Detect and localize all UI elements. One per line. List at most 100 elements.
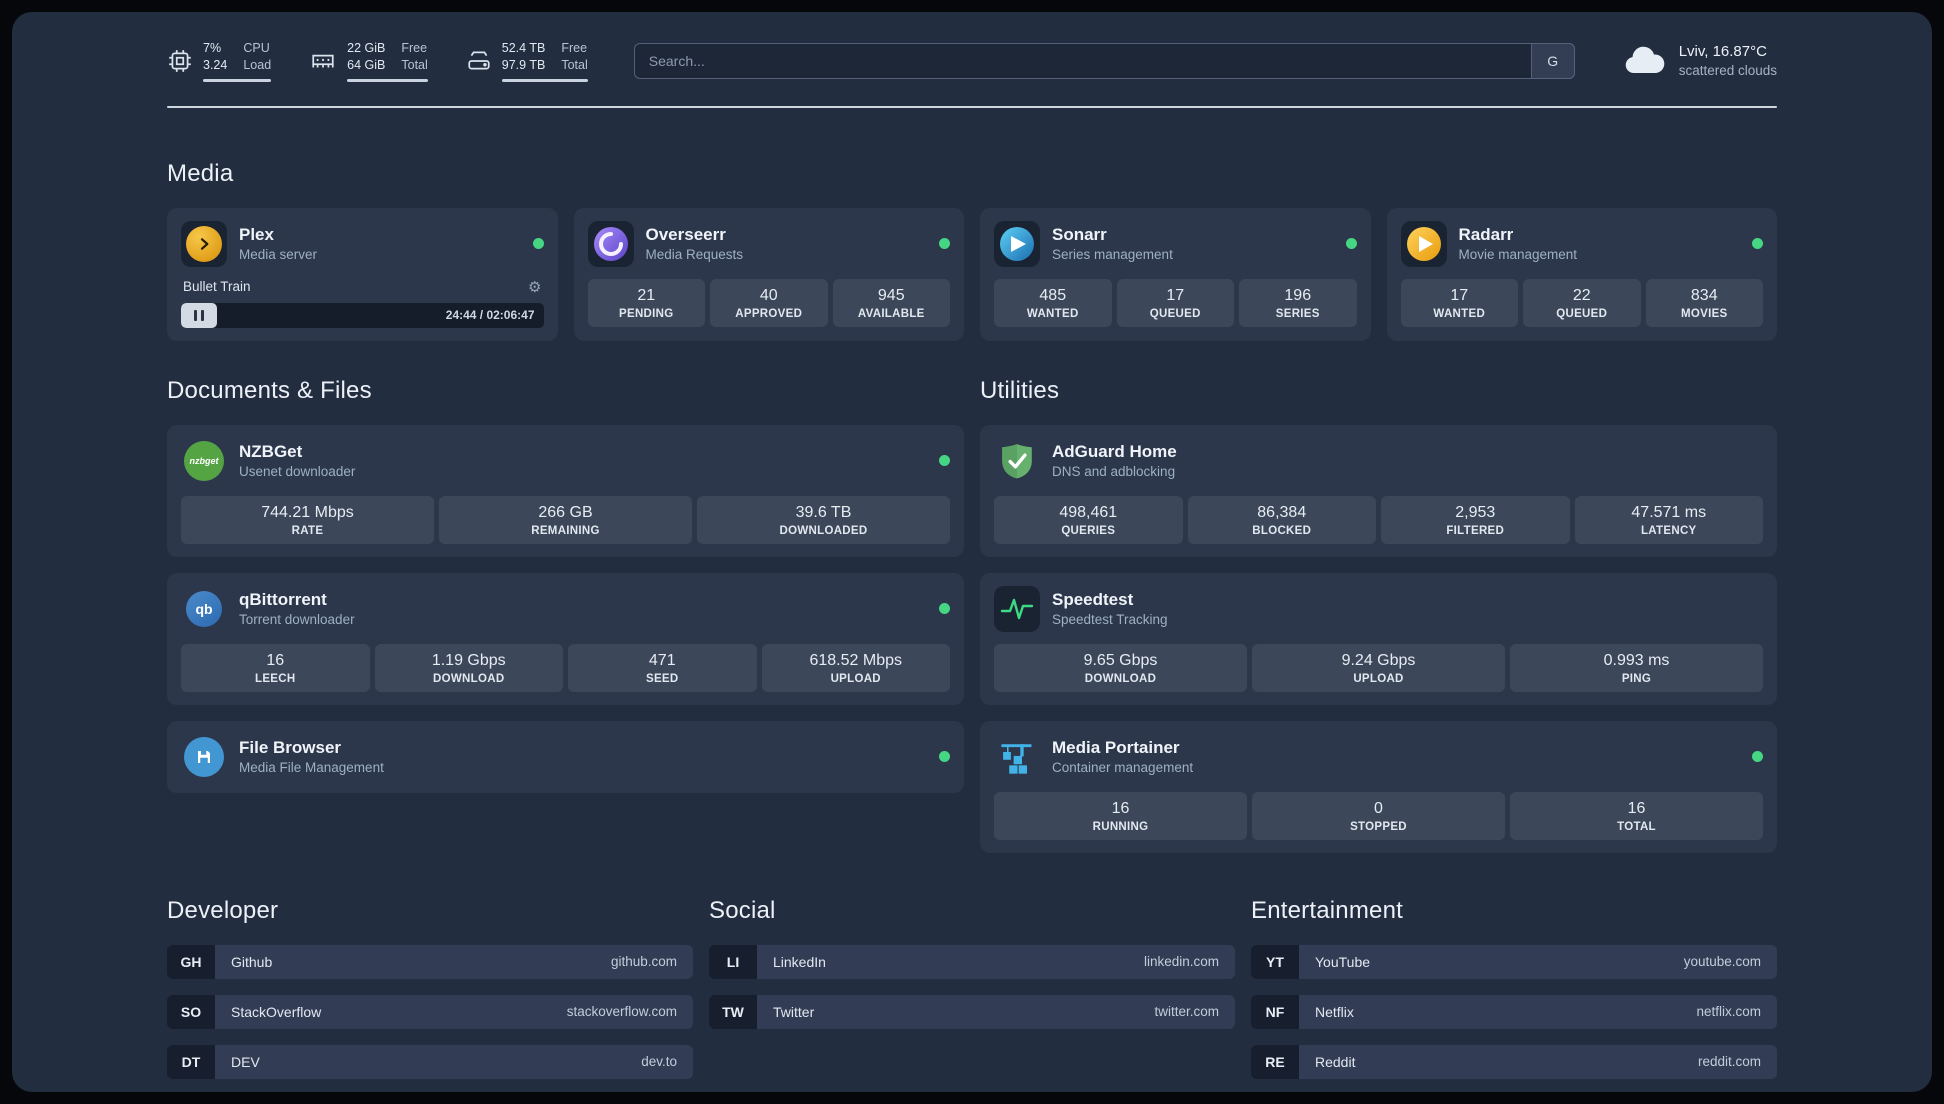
- plex-now-playing-widget: Bullet Train ⚙ 24:44 / 02:06:47: [181, 278, 544, 328]
- stat-value: 47.571 ms: [1631, 503, 1707, 521]
- stat-label: BLOCKED: [1252, 524, 1312, 537]
- sonarr-icon: [994, 220, 1040, 267]
- app-name: Overseerr: [645, 224, 726, 244]
- stat-value: 945: [877, 286, 905, 304]
- cpu-label-1: CPU: [243, 41, 270, 55]
- stat-pending: 21 PENDING: [587, 278, 705, 327]
- stat-download: 9.65 Gbps DOWNLOAD: [994, 643, 1247, 692]
- app-card-qbittorrent[interactable]: qb qBittorrent Torrent downloader 16 LEE…: [167, 572, 964, 705]
- stat-total: 16 TOTAL: [1510, 791, 1763, 840]
- status-dot: [939, 751, 950, 763]
- bookmark-dev[interactable]: DT DEV dev.to: [167, 1044, 693, 1079]
- screen: 7% 3.24 CPU Load 22 GiB 64 GiB Free Tota…: [0, 0, 1944, 1104]
- app-name: qBittorrent: [239, 589, 327, 609]
- bookmark-domain: reddit.com: [1697, 1054, 1761, 1070]
- stat-value: 1.19 Gbps: [431, 651, 506, 669]
- search-bar: G: [633, 42, 1575, 79]
- stat-label: AVAILABLE: [857, 307, 925, 320]
- section-title-social: Social: [709, 896, 776, 924]
- stat-label: RUNNING: [1092, 820, 1149, 833]
- stat-filtered: 2,953 FILTERED: [1381, 495, 1570, 544]
- status-dot: [1752, 238, 1763, 250]
- app-card-nzbget[interactable]: nzbget NZBGet Usenet downloader 744.21 M…: [167, 424, 964, 557]
- stat-label: QUERIES: [1061, 524, 1116, 537]
- app-name: Media Portainer: [1052, 737, 1180, 757]
- search-input[interactable]: [633, 42, 1575, 79]
- bookmark-stackoverflow[interactable]: SO StackOverflow stackoverflow.com: [167, 994, 693, 1029]
- stat-blocked: 86,384 BLOCKED: [1187, 495, 1376, 544]
- ram-label-free: Free: [401, 41, 428, 55]
- search-engine-button[interactable]: G: [1530, 42, 1575, 79]
- bookmark-abbr: YT: [1251, 944, 1299, 979]
- overseerr-icon: [587, 220, 634, 267]
- bookmark-abbr: DT: [167, 1044, 215, 1079]
- bookmark-netflix[interactable]: NF Netflix netflix.com: [1251, 994, 1777, 1029]
- stat-label: STOPPED: [1350, 820, 1407, 833]
- stat-wanted: 485 WANTED: [994, 278, 1112, 327]
- app-card-portainer[interactable]: Media Portainer Container management 16 …: [980, 720, 1777, 853]
- weather-condition: scattered clouds: [1678, 62, 1777, 78]
- app-card-speedtest[interactable]: Speedtest Speedtest Tracking 9.65 Gbps D…: [980, 572, 1777, 705]
- stat-value: 196: [1284, 286, 1312, 304]
- app-description: Usenet downloader: [239, 464, 356, 480]
- bookmark-linkedin[interactable]: LI LinkedIn linkedin.com: [709, 944, 1235, 979]
- app-card-radarr[interactable]: Radarr Movie management 17 WANTED 22 QUE…: [1386, 207, 1777, 341]
- playback-time: 24:44 / 02:06:47: [445, 308, 535, 323]
- app-name: File Browser: [239, 737, 342, 757]
- stat-label: WANTED: [1026, 307, 1079, 320]
- stat-label: APPROVED: [735, 307, 803, 320]
- bookmark-name: StackOverflow: [231, 1003, 322, 1020]
- bookmark-group-social: Social LI LinkedIn linkedin.com TW Twitt…: [709, 897, 1235, 1079]
- stat-running: 16 RUNNING: [994, 791, 1247, 840]
- nzbget-icon: nzbget: [181, 438, 227, 484]
- plex-icon: [181, 220, 227, 267]
- bookmark-domain: github.com: [610, 954, 677, 970]
- bookmark-twitter[interactable]: TW Twitter twitter.com: [709, 994, 1235, 1029]
- bookmark-name: Github: [231, 953, 273, 970]
- ram-total-value: 64 GiB: [347, 57, 386, 72]
- stat-seed: 471 SEED: [568, 643, 757, 692]
- app-card-adguard[interactable]: AdGuard Home DNS and adblocking 498,461 …: [980, 424, 1777, 557]
- stat-label: FILTERED: [1446, 524, 1505, 537]
- stat-value: 744.21 Mbps: [261, 503, 354, 521]
- stat-label: LATENCY: [1640, 524, 1697, 537]
- stat-approved: 40 APPROVED: [710, 278, 828, 327]
- pause-button[interactable]: [181, 302, 217, 328]
- app-card-overseerr[interactable]: Overseerr Media Requests 21 PENDING 40 A…: [573, 207, 964, 341]
- app-card-sonarr[interactable]: Sonarr Series management 485 WANTED 17 Q…: [980, 207, 1371, 341]
- bookmark-name: Reddit: [1315, 1053, 1356, 1070]
- bookmark-github[interactable]: GH Github github.com: [167, 944, 693, 979]
- stat-value: 16: [1627, 799, 1646, 817]
- bookmark-domain: twitter.com: [1154, 1004, 1219, 1020]
- app-name: Speedtest: [1052, 589, 1134, 609]
- cpu-widget: 7% 3.24 CPU Load: [167, 40, 272, 82]
- cpu-icon: [167, 48, 193, 74]
- stat-queued: 22 QUEUED: [1523, 278, 1641, 327]
- bookmark-reddit[interactable]: RE Reddit reddit.com: [1251, 1044, 1777, 1079]
- ram-free-value: 22 GiB: [347, 41, 386, 55]
- stat-value: 0: [1374, 799, 1383, 817]
- adguard-icon: [994, 438, 1040, 484]
- app-card-plex[interactable]: Plex Media server Bullet Train ⚙ 24:44 /…: [167, 207, 558, 341]
- app-card-filebrowser[interactable]: File Browser Media File Management: [167, 720, 964, 793]
- playback-progress-bar[interactable]: 24:44 / 02:06:47: [181, 302, 544, 328]
- stat-value: 618.52 Mbps: [809, 651, 902, 669]
- bookmark-group-entertainment: Entertainment YT YouTube youtube.com NF …: [1251, 897, 1777, 1079]
- stat-value: 22: [1572, 286, 1591, 304]
- stat-label: DOWNLOADED: [779, 524, 868, 537]
- stat-value: 0.993 ms: [1603, 651, 1670, 669]
- disk-label-free: Free: [561, 41, 588, 55]
- stat-label: DOWNLOAD: [433, 672, 505, 685]
- bookmark-youtube[interactable]: YT YouTube youtube.com: [1251, 944, 1777, 979]
- stat-leech: 16 LEECH: [181, 643, 370, 692]
- player-settings-icon[interactable]: ⚙: [528, 278, 541, 296]
- app-description: Container management: [1052, 760, 1194, 776]
- app-name: AdGuard Home: [1052, 441, 1177, 461]
- stat-value: 485: [1039, 286, 1067, 304]
- bookmark-name: LinkedIn: [773, 953, 826, 970]
- stat-upload: 618.52 Mbps UPLOAD: [761, 643, 950, 692]
- stat-value: 266 GB: [538, 503, 593, 521]
- stat-label: QUEUED: [1556, 307, 1608, 320]
- bookmark-name: DEV: [231, 1053, 260, 1070]
- bookmark-domain: netflix.com: [1696, 1004, 1761, 1020]
